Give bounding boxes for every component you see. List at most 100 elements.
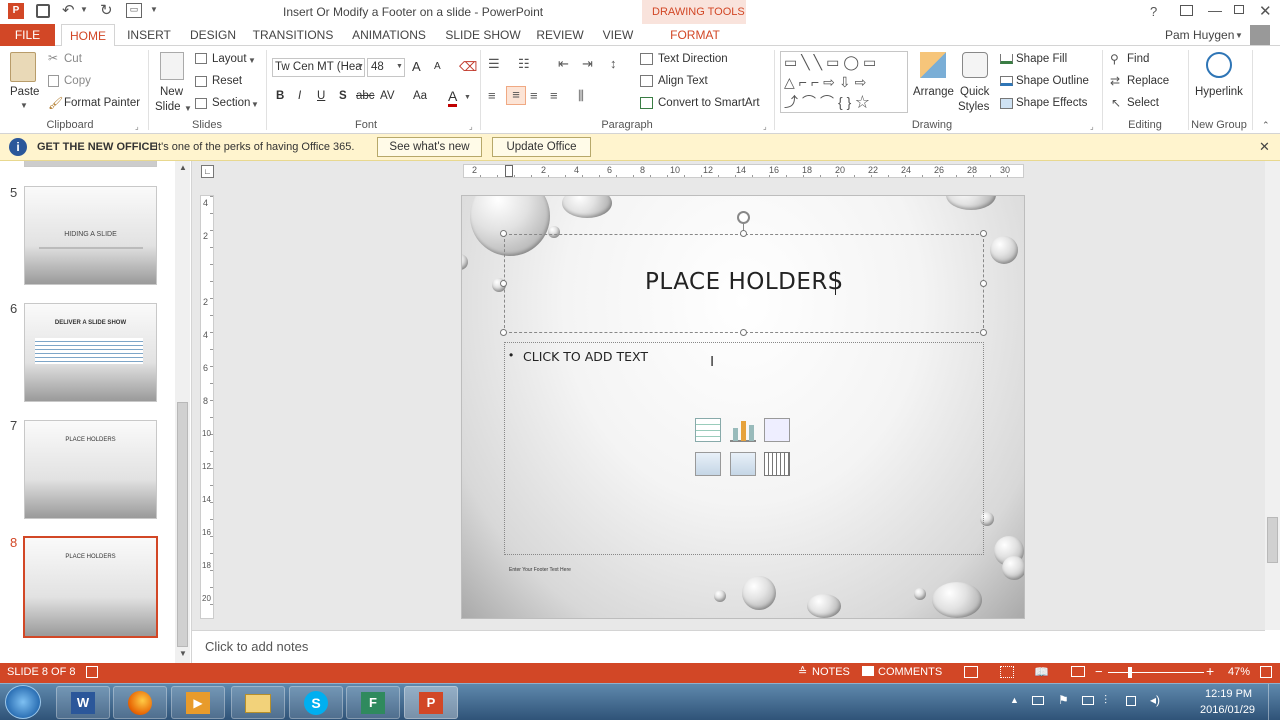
- update-office-button[interactable]: Update Office: [492, 137, 591, 157]
- shape-fill-button[interactable]: Shape Fill: [1016, 53, 1067, 65]
- shape-fill-icon[interactable]: [1000, 54, 1013, 64]
- close-message-icon[interactable]: ✕: [1259, 139, 1270, 155]
- customize-qat-icon[interactable]: ▼: [150, 5, 158, 14]
- text-direction-icon[interactable]: [640, 53, 653, 65]
- select-button[interactable]: Select: [1127, 97, 1159, 109]
- font-size-dropdown-icon[interactable]: ▼: [396, 63, 403, 70]
- shape-outline-icon[interactable]: [1000, 76, 1013, 86]
- redo-icon[interactable]: ↻: [100, 1, 113, 19]
- show-desktop-button[interactable]: [1268, 684, 1280, 721]
- notes-placeholder[interactable]: Click to add notes: [205, 639, 308, 654]
- tab-view[interactable]: VIEW: [596, 24, 640, 46]
- resize-handle[interactable]: [980, 230, 987, 237]
- cut-button[interactable]: Cut: [64, 53, 82, 65]
- font-color-button[interactable]: A: [448, 88, 458, 107]
- restore-button[interactable]: [1234, 5, 1244, 14]
- thumbnail-slide-8-selected[interactable]: PLACE HOLDERS: [23, 536, 158, 638]
- zoom-in-icon[interactable]: +: [1206, 663, 1214, 679]
- insert-smartart-icon[interactable]: [764, 418, 790, 442]
- columns-icon[interactable]: ⫼: [578, 88, 584, 104]
- taskbar-powerpoint-icon[interactable]: P: [404, 686, 458, 719]
- notes-pane[interactable]: Click to add notes: [192, 630, 1265, 663]
- convert-smartart-button[interactable]: Convert to SmartArt: [658, 97, 760, 109]
- tab-home[interactable]: HOME: [61, 24, 115, 47]
- tray-keyboard-icon[interactable]: [1032, 696, 1044, 705]
- user-avatar[interactable]: [1250, 25, 1270, 45]
- replace-button[interactable]: Replace: [1127, 75, 1169, 87]
- clock-date[interactable]: 2016/01/29: [1200, 704, 1255, 716]
- slide-show-view-icon[interactable]: [1071, 666, 1085, 677]
- notes-toggle-button[interactable]: NOTES: [812, 666, 850, 678]
- paste-icon[interactable]: [10, 52, 36, 82]
- arrange-icon[interactable]: [920, 52, 946, 78]
- indent-marker-icon[interactable]: [505, 165, 513, 177]
- shapes-gallery[interactable]: ▭╲╲▭◯▭ △⌐⌐⇨⇩⇨ ⤴⌒⌒{}☆: [780, 51, 908, 113]
- zoom-out-icon[interactable]: −: [1095, 664, 1103, 679]
- paste-button[interactable]: Paste: [10, 86, 39, 98]
- clock-time[interactable]: 12:19 PM: [1205, 688, 1252, 700]
- user-name[interactable]: Pam Huygen: [1165, 28, 1234, 42]
- notes-toggle-icon[interactable]: ≙: [798, 665, 807, 678]
- drawing-launcher-icon[interactable]: ⌟: [1090, 122, 1094, 131]
- current-slide[interactable]: PLACE HOLDERS • CLICK TO ADD TEXT I Ente…: [461, 195, 1025, 619]
- start-orb-icon[interactable]: [5, 685, 41, 719]
- thumbnail-slide-7[interactable]: PLACE HOLDERS: [24, 420, 157, 519]
- normal-view-icon[interactable]: [964, 666, 978, 678]
- find-button[interactable]: Find: [1127, 53, 1149, 65]
- increase-indent-icon[interactable]: ⇥: [582, 56, 593, 72]
- tab-slide-show[interactable]: SLIDE SHOW: [442, 24, 524, 46]
- font-launcher-icon[interactable]: ⌟: [469, 122, 473, 131]
- tab-transitions[interactable]: TRANSITIONS: [250, 24, 336, 46]
- resize-handle[interactable]: [500, 280, 507, 287]
- help-button[interactable]: ?: [1150, 4, 1157, 19]
- strikethrough-button[interactable]: abc: [356, 90, 375, 102]
- zoom-level[interactable]: 47%: [1228, 666, 1250, 678]
- grow-font-button[interactable]: A: [412, 59, 421, 74]
- section-button[interactable]: Section: [212, 97, 250, 109]
- comments-icon[interactable]: [862, 666, 874, 676]
- format-painter-button[interactable]: Format Painter: [64, 97, 140, 109]
- align-center-icon[interactable]: ≡: [506, 86, 526, 105]
- cut-icon[interactable]: ✂: [48, 51, 58, 65]
- tray-volume-icon[interactable]: ◂): [1150, 693, 1160, 707]
- start-from-beginning-icon[interactable]: ▭: [126, 3, 142, 18]
- tray-display-icon[interactable]: [1082, 696, 1094, 705]
- scroll-down-icon[interactable]: ▼: [179, 649, 187, 658]
- layout-icon[interactable]: [195, 53, 207, 64]
- tab-format[interactable]: FORMAT: [648, 24, 742, 46]
- scroll-up-icon[interactable]: ▲: [179, 163, 187, 172]
- font-name-dropdown-icon[interactable]: ▼: [357, 63, 364, 70]
- resize-handle[interactable]: [500, 329, 507, 336]
- align-right-icon[interactable]: ≡: [530, 88, 538, 103]
- tab-insert[interactable]: INSERT: [122, 24, 176, 46]
- insert-picture-icon[interactable]: [695, 452, 721, 476]
- new-slide-button-line2[interactable]: Slide: [155, 101, 181, 113]
- tab-animations[interactable]: ANIMATIONS: [346, 24, 432, 46]
- text-shadow-button[interactable]: S: [339, 90, 347, 102]
- content-bullet-text[interactable]: CLICK TO ADD TEXT: [523, 349, 648, 364]
- paragraph-launcher-icon[interactable]: ⌟: [763, 122, 767, 131]
- taskbar-media-player-icon[interactable]: ▶: [171, 686, 225, 719]
- slide-title[interactable]: PLACE HOLDERS: [504, 269, 984, 295]
- layout-button[interactable]: Layout: [212, 53, 247, 65]
- copy-icon[interactable]: [48, 75, 59, 87]
- tab-review[interactable]: REVIEW: [534, 24, 586, 46]
- thumbnail-scroll-thumb[interactable]: [177, 402, 188, 647]
- thumbnail-slide-5[interactable]: HIDING A SLIDE: [24, 186, 157, 285]
- align-text-icon[interactable]: [640, 75, 653, 87]
- spell-check-icon[interactable]: [86, 666, 98, 678]
- fit-to-window-icon[interactable]: [1260, 666, 1272, 678]
- taskbar-word-icon[interactable]: W: [56, 686, 110, 719]
- resize-handle[interactable]: [740, 230, 747, 237]
- new-slide-button-line1[interactable]: New: [160, 86, 183, 98]
- quick-styles-icon[interactable]: [962, 52, 988, 78]
- shape-effects-button[interactable]: Shape Effects: [1016, 97, 1087, 109]
- new-slide-dropdown-icon[interactable]: ▼: [184, 104, 192, 113]
- paste-dropdown-icon[interactable]: ▼: [20, 101, 28, 110]
- align-left-icon[interactable]: ≡: [488, 88, 496, 103]
- justify-icon[interactable]: ≡: [550, 88, 558, 103]
- shape-outline-button[interactable]: Shape Outline: [1016, 75, 1089, 87]
- reset-icon[interactable]: [195, 76, 207, 87]
- section-icon[interactable]: [195, 98, 207, 109]
- tab-design[interactable]: DESIGN: [185, 24, 241, 46]
